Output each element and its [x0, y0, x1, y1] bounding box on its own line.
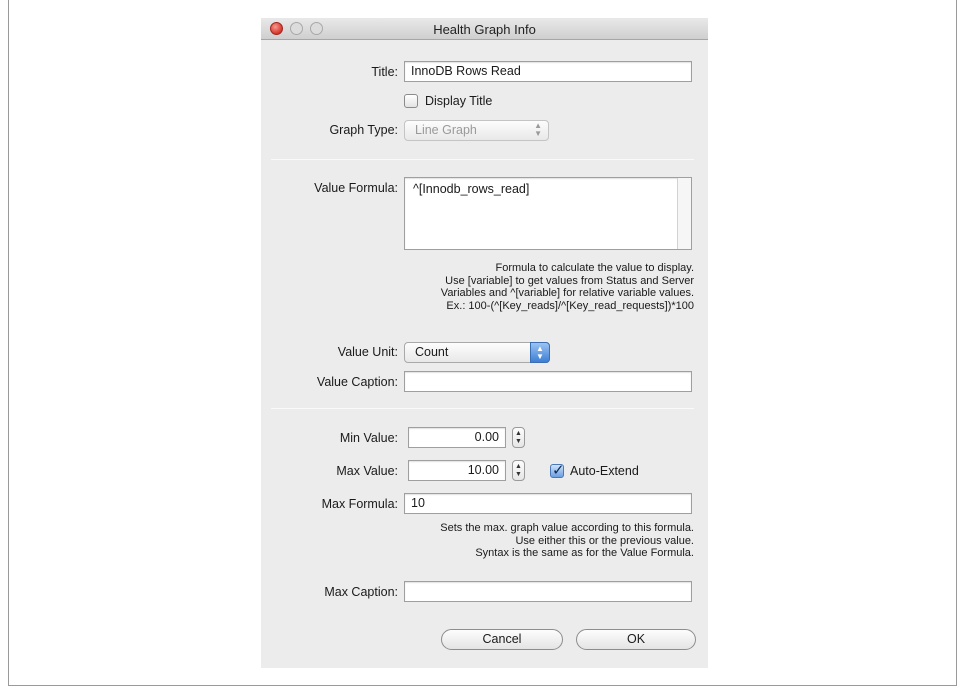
- stepper-arrows-icon: ▲ ▼: [515, 430, 522, 445]
- value-formula-textarea[interactable]: ^[Innodb_rows_read]: [404, 177, 692, 250]
- help-line: Ex.: 100-(^[Key_reads]/^[Key_read_reques…: [446, 299, 694, 312]
- popup-arrows-icon: ▲ ▼: [534, 121, 542, 138]
- popup-arrows-icon: ▲ ▼: [530, 342, 550, 363]
- graph-type-value: Line Graph: [415, 123, 477, 137]
- window-title: Health Graph Info: [433, 22, 536, 37]
- value-unit-label: Value Unit:: [337, 345, 398, 359]
- health-graph-info-dialog: Health Graph Info Title: InnoDB Rows Rea…: [261, 18, 708, 668]
- max-value-label: Max Value:: [336, 464, 398, 478]
- separator: [271, 408, 694, 409]
- graph-type-select: Line Graph ▲ ▼: [404, 120, 549, 141]
- separator: [271, 159, 694, 160]
- title-input[interactable]: InnoDB Rows Read: [404, 61, 692, 82]
- cancel-button[interactable]: Cancel: [441, 629, 563, 650]
- min-value-stepper[interactable]: ▲ ▼: [512, 427, 525, 448]
- value-unit-select[interactable]: Count ▲ ▼: [404, 342, 550, 363]
- auto-extend-label: Auto-Extend: [570, 464, 639, 478]
- help-line: Use either this or the previous value.: [515, 534, 694, 547]
- value-formula-label: Value Formula:: [314, 181, 398, 195]
- value-caption-label: Value Caption:: [316, 375, 398, 389]
- max-caption-label: Max Caption:: [324, 585, 398, 599]
- help-line: Sets the max. graph value according to t…: [440, 522, 694, 534]
- value-caption-input[interactable]: [404, 371, 692, 392]
- help-line: Use [variable] to get values from Status…: [445, 274, 694, 287]
- max-formula-input[interactable]: 10: [404, 493, 692, 514]
- max-formula-help: Sets the max. graph value according to t…: [440, 522, 694, 560]
- graph-type-label: Graph Type:: [329, 123, 398, 137]
- textarea-scrollbar[interactable]: [677, 178, 691, 249]
- title-bar: Health Graph Info: [261, 18, 708, 40]
- min-value-label: Min Value:: [339, 431, 398, 445]
- value-formula-text: ^[Innodb_rows_read]: [413, 182, 530, 196]
- stepper-arrows-icon: ▲ ▼: [515, 463, 522, 478]
- min-value-input[interactable]: 0.00: [408, 427, 506, 448]
- value-formula-help: Formula to calculate the value to displa…: [441, 262, 694, 312]
- display-title-checkbox[interactable]: [404, 94, 418, 108]
- max-value-input[interactable]: 10.00: [408, 460, 506, 481]
- help-line: Formula to calculate the value to displa…: [495, 262, 694, 274]
- ok-button[interactable]: OK: [576, 629, 696, 650]
- help-line: Syntax is the same as for the Value Form…: [475, 547, 694, 559]
- value-unit-value: Count: [415, 345, 449, 359]
- display-title-label: Display Title: [425, 94, 493, 108]
- max-caption-input[interactable]: [404, 581, 692, 602]
- max-formula-label: Max Formula:: [321, 497, 398, 511]
- help-line: Variables and ^[variable] for relative v…: [440, 287, 694, 299]
- title-label: Title:: [371, 65, 398, 79]
- checkmark-icon: ✓: [552, 462, 565, 479]
- auto-extend-checkbox[interactable]: ✓: [550, 462, 565, 479]
- max-value-stepper[interactable]: ▲ ▼: [512, 460, 525, 481]
